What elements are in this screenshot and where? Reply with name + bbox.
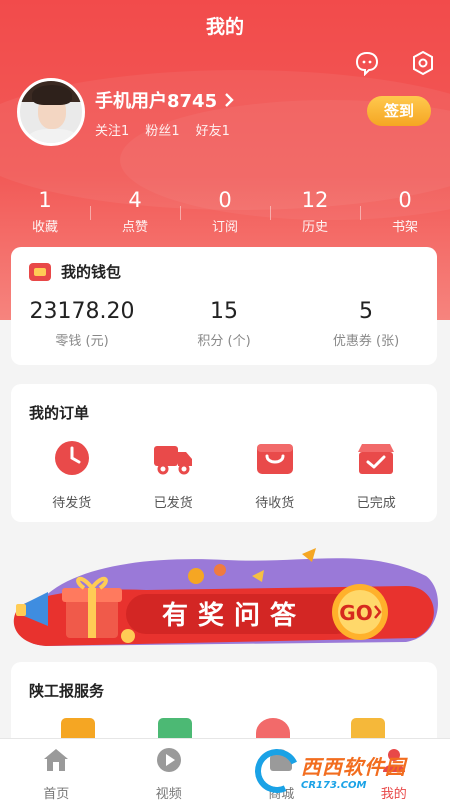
bag-icon [256,444,293,474]
username: 手机用户8745 [95,91,218,112]
tab-home[interactable]: 首页 [0,739,113,800]
orders-card: 我的订单 待发货 已发货 待收货 已完成 [11,384,437,522]
count-bookshelf[interactable]: 0 书架 [360,186,450,238]
friends-stat[interactable]: 好友1 [196,120,230,139]
truck-icon [154,446,193,475]
count-history[interactable]: 12 历史 [270,186,360,238]
wallet-card: 我的钱包 23178.20 零钱 (元) 15 积分 (个) 5 优惠券 (张) [11,247,437,365]
order-pending-receipt[interactable]: 待收货 [224,438,326,511]
order-shipped[interactable]: 已发货 [123,438,225,511]
order-completed[interactable]: 已完成 [326,438,428,511]
followers-stat[interactable]: 粉丝1 [145,120,179,139]
service-title: 陕工报服务 [29,682,105,700]
go-label: GO [339,601,372,625]
count-subscriptions[interactable]: 0 订阅 [180,186,270,238]
orders-title: 我的订单 [29,404,90,422]
site-watermark: 西西软件园 CR173.COM [248,742,445,800]
order-pending-shipment[interactable]: 待发货 [21,438,123,511]
count-favorites[interactable]: 1 收藏 [0,186,90,238]
signin-button[interactable]: 签到 [367,96,431,126]
social-stats: 关注1 粉丝1 好友1 [95,120,230,139]
count-likes[interactable]: 4 点赞 [90,186,180,238]
banner-text: 有奖问答 [162,600,306,631]
box-check-icon [358,444,395,474]
wallet-items: 23178.20 零钱 (元) 15 积分 (个) 5 优惠券 (张) [11,299,437,349]
settings-icon[interactable] [410,50,436,76]
username-link[interactable]: 手机用户8745 [95,87,235,113]
go-button[interactable]: GO [332,584,388,640]
wallet-coupons[interactable]: 5 优惠券 (张) [295,299,437,349]
order-items: 待发货 已发货 待收货 已完成 [11,438,437,511]
play-icon [156,748,181,772]
watermark-logo-icon [248,742,306,800]
following-stat[interactable]: 关注1 [95,120,129,139]
wallet-icon [29,262,51,281]
activity-counts: 1 收藏 4 点赞 0 订阅 12 历史 0 书架 [0,186,450,238]
clock-icon [54,441,89,475]
quiz-banner[interactable]: 有奖问答 GO [6,546,444,656]
chevron-right-icon [225,93,234,107]
wallet-points[interactable]: 15 积分 (个) [153,299,295,349]
avatar[interactable] [17,78,85,146]
wallet-title[interactable]: 我的钱包 [29,261,121,282]
wallet-balance[interactable]: 23178.20 零钱 (元) [11,299,153,349]
page-title: 我的 [205,16,244,38]
message-icon[interactable] [354,50,380,76]
home-icon [44,749,69,771]
avatar-hair [32,85,72,105]
tab-video[interactable]: 视频 [113,739,226,800]
